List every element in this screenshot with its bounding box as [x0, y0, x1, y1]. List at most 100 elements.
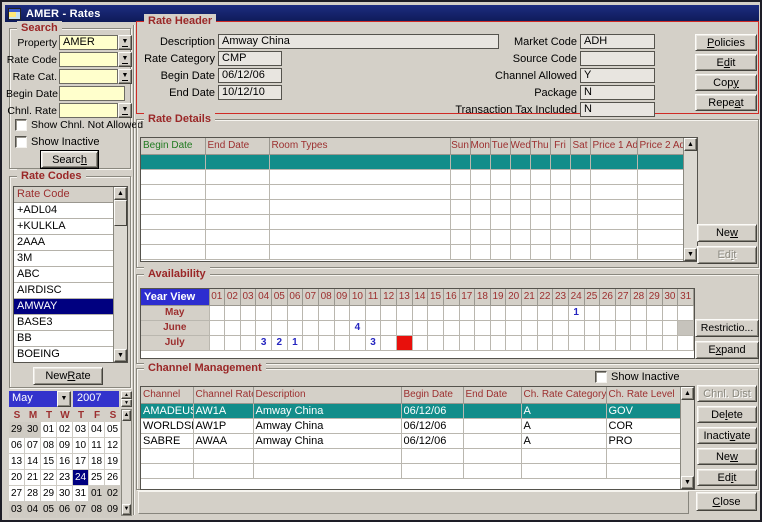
scroll-up-icon[interactable]: ▲	[122, 410, 131, 421]
availability-cell[interactable]	[272, 305, 288, 320]
grid-cell[interactable]	[570, 214, 590, 229]
availability-day-header[interactable]: 26	[600, 289, 616, 305]
grid-cell[interactable]	[590, 244, 637, 259]
rate-details-row[interactable]	[141, 184, 683, 199]
availability-day-header[interactable]: 17	[459, 289, 475, 305]
availability-cell[interactable]	[240, 320, 256, 335]
grid-cell[interactable]	[141, 184, 205, 199]
calendar-day[interactable]: 10	[73, 438, 89, 454]
grid-cell[interactable]	[450, 229, 470, 244]
grid-cell[interactable]	[606, 463, 680, 478]
rate-details-column-header[interactable]: Sun	[450, 138, 470, 154]
rate-cat-lov-button[interactable]: ▼	[118, 69, 132, 84]
source-code-field[interactable]	[580, 51, 655, 66]
calendar-day[interactable]: 09	[57, 438, 73, 454]
calendar-day[interactable]: 01	[41, 422, 57, 438]
scroll-down-icon[interactable]: ▼	[114, 349, 127, 362]
availability-cell[interactable]	[600, 335, 616, 350]
rate-code-item[interactable]: 3M	[14, 251, 113, 267]
grid-cell[interactable]	[470, 169, 490, 184]
grid-cell[interactable]	[269, 229, 450, 244]
availability-cell[interactable]	[600, 305, 616, 320]
grid-cell[interactable]	[463, 418, 521, 433]
availability-day-header[interactable]: 12	[381, 289, 397, 305]
calendar-day[interactable]: 12	[105, 438, 121, 454]
calendar-day[interactable]: 29	[9, 422, 25, 438]
channel-column-header[interactable]: Description	[253, 387, 401, 403]
availability-day-header[interactable]: 27	[615, 289, 631, 305]
availability-cell[interactable]	[397, 320, 413, 335]
market-code-field[interactable]: ADH	[580, 34, 655, 49]
availability-cell[interactable]	[397, 335, 413, 350]
grid-cell[interactable]	[510, 169, 530, 184]
channel-column-header[interactable]: Ch. Rate Level	[606, 387, 680, 403]
channel-edit-button[interactable]: Edit	[697, 469, 757, 486]
availability-cell[interactable]	[490, 305, 506, 320]
availability-cell[interactable]	[459, 335, 475, 350]
availability-cell[interactable]	[443, 335, 459, 350]
availability-cell[interactable]	[365, 305, 381, 320]
availability-cell[interactable]	[381, 320, 397, 335]
availability-cell[interactable]	[287, 320, 303, 335]
grid-cell[interactable]	[470, 154, 490, 169]
availability-cell[interactable]	[256, 320, 272, 335]
grid-cell[interactable]: 06/12/06	[401, 418, 463, 433]
property-lov-button[interactable]: ▼	[118, 35, 132, 50]
calendar-day[interactable]: 14	[25, 454, 41, 470]
grid-cell[interactable]	[637, 169, 683, 184]
rate-codes-scrollbar[interactable]: ▲ ▼	[113, 187, 127, 362]
grid-cell[interactable]	[590, 229, 637, 244]
availability-cell[interactable]	[600, 320, 616, 335]
availability-cell[interactable]	[615, 320, 631, 335]
rate-code-item[interactable]: BB	[14, 331, 113, 347]
grid-cell[interactable]: A	[521, 418, 606, 433]
scroll-down-icon[interactable]: ▼	[681, 476, 694, 489]
package-field[interactable]: N	[580, 85, 655, 100]
grid-cell[interactable]	[141, 244, 205, 259]
availability-cell[interactable]	[209, 320, 225, 335]
rate-details-row[interactable]	[141, 214, 683, 229]
rate-details-row[interactable]	[141, 229, 683, 244]
availability-cell[interactable]	[584, 305, 600, 320]
channel-allowed-field[interactable]: Y	[580, 68, 655, 83]
grid-cell[interactable]	[205, 184, 269, 199]
grid-cell[interactable]	[450, 184, 470, 199]
availability-day-header[interactable]: 14	[412, 289, 428, 305]
end-date-field[interactable]: 10/12/10	[218, 85, 282, 100]
calendar-month-dropdown-icon[interactable]: ▼	[57, 391, 71, 407]
calendar-day[interactable]: 21	[25, 470, 41, 486]
availability-cell[interactable]	[522, 305, 538, 320]
availability-cell[interactable]	[412, 305, 428, 320]
calendar-day[interactable]: 30	[25, 422, 41, 438]
grid-cell[interactable]	[590, 169, 637, 184]
availability-day-header[interactable]: 08	[318, 289, 334, 305]
grid-cell[interactable]	[401, 448, 463, 463]
grid-cell[interactable]	[637, 199, 683, 214]
grid-cell[interactable]	[450, 169, 470, 184]
grid-cell[interactable]	[550, 244, 570, 259]
calendar-day[interactable]: 04	[89, 422, 105, 438]
availability-cell[interactable]	[225, 305, 241, 320]
grid-cell[interactable]	[193, 463, 253, 478]
channel-row[interactable]: WORLDSPAAW1PAmway China06/12/06ACOR	[141, 418, 680, 433]
calendar-day[interactable]: 23	[57, 470, 73, 486]
grid-cell[interactable]	[141, 154, 205, 169]
calendar-day[interactable]: 19	[105, 454, 121, 470]
titlebar[interactable]: AMER - Rates	[5, 5, 759, 22]
availability-day-header[interactable]: 02	[225, 289, 241, 305]
calendar-day[interactable]: 26	[105, 470, 121, 486]
grid-cell[interactable]	[450, 199, 470, 214]
availability-cell[interactable]	[334, 335, 350, 350]
rate-details-scrollbar[interactable]: ▲ ▼	[683, 138, 697, 261]
availability-day-header[interactable]: 19	[490, 289, 506, 305]
grid-cell[interactable]	[570, 169, 590, 184]
availability-cell[interactable]	[412, 335, 428, 350]
calendar-day[interactable]: 16	[57, 454, 73, 470]
rate-details-column-header[interactable]: Fri	[550, 138, 570, 154]
grid-cell[interactable]: GOV	[606, 403, 680, 418]
availability-day-header[interactable]: 20	[506, 289, 522, 305]
rate-details-row[interactable]	[141, 199, 683, 214]
grid-cell[interactable]: WORLDSPA	[141, 418, 193, 433]
availability-day-header[interactable]: 04	[256, 289, 272, 305]
grid-cell[interactable]: AWAA	[193, 433, 253, 448]
